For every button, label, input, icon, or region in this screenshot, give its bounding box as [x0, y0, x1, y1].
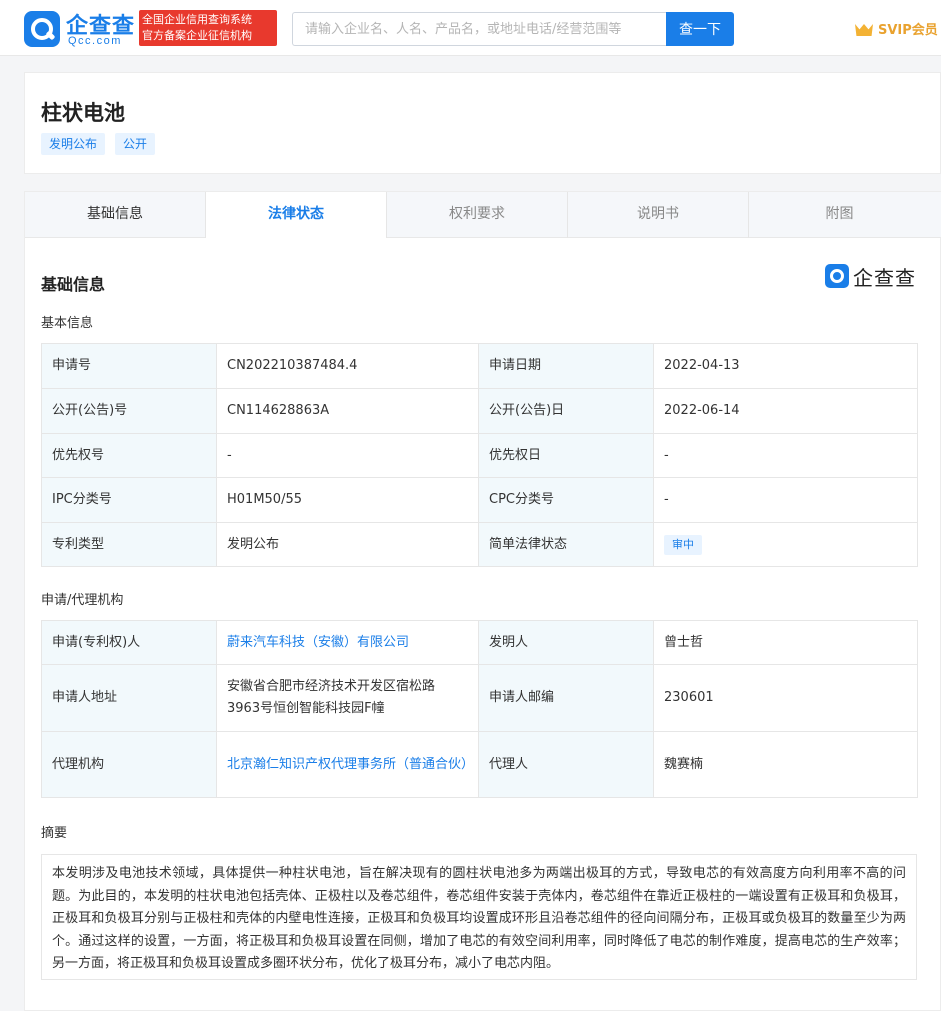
patent-title-card: 柱状电池 发明公布 公开: [24, 72, 941, 174]
label-application-number: 申请号: [41, 343, 217, 389]
applicant-link[interactable]: 蔚来汽车科技（安徽）有限公司: [216, 620, 479, 665]
label-agent: 代理人: [478, 731, 654, 798]
logo-domain: Qcc.com: [68, 35, 122, 47]
value-inventor: 曾士哲: [653, 620, 918, 665]
tab-description[interactable]: 说明书: [568, 192, 749, 238]
label-ipc: IPC分类号: [41, 477, 217, 523]
label-cpc: CPC分类号: [478, 477, 654, 523]
search-input[interactable]: [292, 12, 668, 46]
qcc-watermark: 企查查: [825, 264, 920, 290]
label-legal-status: 简单法律状态: [478, 522, 654, 567]
label-publication-date: 公开(公告)日: [478, 388, 654, 434]
top-header: 企查查 Qcc.com 全国企业信用查询系统 官方备案企业征信机构 查一下 SV…: [0, 0, 941, 56]
value-cpc: -: [653, 477, 918, 523]
slogan-line-2: 官方备案企业征信机构: [142, 29, 252, 42]
slogan-line-1: 全国企业信用查询系统: [142, 13, 252, 26]
value-application-date: 2022-04-13: [653, 343, 918, 389]
table-row: 专利类型 发明公布 简单法律状态 审中: [41, 522, 918, 567]
agency-table: 申请(专利权)人 蔚来汽车科技（安徽）有限公司 发明人 曾士哲 申请人地址 安徽…: [41, 620, 918, 798]
label-inventor: 发明人: [478, 620, 654, 665]
label-postcode: 申请人邮编: [478, 664, 654, 732]
table-row: 申请号 CN202210387484.4 申请日期 2022-04-13: [41, 343, 918, 389]
table-row: 公开(公告)号 CN114628863A 公开(公告)日 2022-06-14: [41, 388, 918, 434]
svip-member-link[interactable]: SVIP会员: [855, 17, 938, 39]
table-row: 代理机构 北京瀚仁知识产权代理事务所（普通合伙） 代理人 魏赛楠: [41, 731, 918, 798]
label-application-date: 申请日期: [478, 343, 654, 389]
watermark-text: 企查查: [853, 266, 916, 290]
agency-subtitle: 申请/代理机构: [41, 593, 124, 608]
label-agency: 代理机构: [41, 731, 217, 798]
magnifier-logo-icon: [24, 11, 60, 47]
slogan-badge: 全国企业信用查询系统 官方备案企业征信机构: [139, 10, 277, 46]
tag-patent-type: 发明公布: [41, 133, 106, 155]
table-row: 申请人地址 安徽省合肥市经济技术开发区宿松路3963号恒创智能科技园F幢 申请人…: [41, 664, 918, 732]
tab-basic-info[interactable]: 基础信息: [25, 192, 206, 238]
label-priority-date: 优先权日: [478, 433, 654, 478]
status-badge: 审中: [664, 534, 702, 555]
section-title: 基础信息: [41, 275, 106, 294]
value-priority-date: -: [653, 433, 918, 478]
basic-info-table: 申请号 CN202210387484.4 申请日期 2022-04-13 公开(…: [41, 343, 918, 567]
value-patent-type: 发明公布: [216, 522, 479, 567]
value-applicant-address: 安徽省合肥市经济技术开发区宿松路3963号恒创智能科技园F幢: [216, 664, 479, 732]
value-application-number: CN202210387484.4: [216, 343, 479, 389]
tab-claims[interactable]: 权利要求: [387, 192, 568, 238]
tag-publication-status: 公开: [115, 133, 156, 155]
label-patent-type: 专利类型: [41, 522, 217, 567]
abstract-subtitle: 摘要: [41, 826, 68, 841]
label-priority-number: 优先权号: [41, 433, 217, 478]
basic-info-subtitle: 基本信息: [41, 316, 94, 331]
label-publication-number: 公开(公告)号: [41, 388, 217, 434]
table-row: IPC分类号 H01M50/55 CPC分类号 -: [41, 477, 918, 523]
value-priority-number: -: [216, 433, 479, 478]
patent-title: 柱状电池: [41, 101, 125, 125]
svip-label: SVIP会员: [878, 22, 938, 38]
value-ipc: H01M50/55: [216, 477, 479, 523]
crown-icon: [855, 20, 873, 36]
tab-legal-status[interactable]: 法律状态: [206, 192, 387, 238]
tab-figures[interactable]: 附图: [749, 192, 930, 238]
label-applicant: 申请(专利权)人: [41, 620, 217, 665]
value-legal-status: 审中: [653, 522, 918, 567]
agency-link[interactable]: 北京瀚仁知识产权代理事务所（普通合伙）: [216, 731, 479, 798]
table-row: 优先权号 - 优先权日 -: [41, 433, 918, 478]
label-applicant-address: 申请人地址: [41, 664, 217, 732]
abstract-text: 本发明涉及电池技术领域，具体提供一种柱状电池，旨在解决现有的圆柱状电池多为两端出…: [41, 854, 917, 980]
patent-detail-card: 基础信息 法律状态 权利要求 说明书 附图 基础信息 企查查 基本信息 申请号 …: [24, 191, 941, 1011]
table-row: 申请(专利权)人 蔚来汽车科技（安徽）有限公司 发明人 曾士哲: [41, 620, 918, 665]
value-publication-date: 2022-06-14: [653, 388, 918, 434]
value-postcode: 230601: [653, 664, 918, 732]
value-publication-number: CN114628863A: [216, 388, 479, 434]
magnifier-logo-icon: [825, 264, 849, 288]
tab-bar: 基础信息 法律状态 权利要求 说明书 附图: [25, 192, 941, 238]
search-button[interactable]: 查一下: [666, 12, 734, 46]
site-logo[interactable]: 企查查 Qcc.com: [24, 10, 134, 48]
value-agent: 魏赛楠: [653, 731, 918, 798]
